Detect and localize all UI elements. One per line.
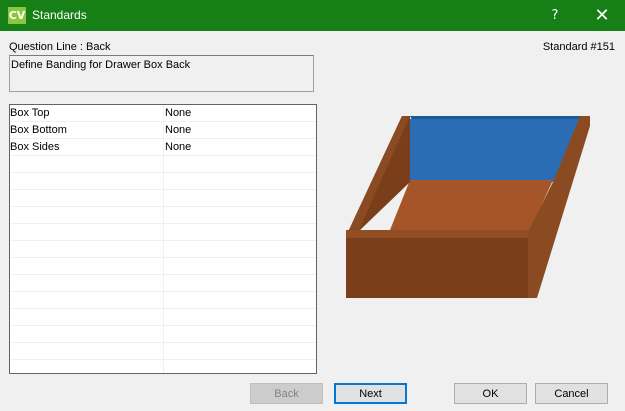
drawer-floor [390,180,553,230]
property-value-cell[interactable]: None [165,124,191,136]
property-value-cell[interactable]: None [165,141,191,153]
drawer-box-preview [340,108,590,311]
description-box: Define Banding for Drawer Box Back [9,55,314,92]
property-value-cell[interactable]: None [165,107,191,119]
property-name-cell: Box Sides [10,141,60,153]
back-button[interactable]: Back [250,383,323,404]
table-row[interactable] [10,258,316,275]
table-row[interactable] [10,309,316,326]
table-row[interactable] [10,173,316,190]
table-row[interactable]: Box Top None [10,105,316,122]
close-icon[interactable]: ✕ [579,0,625,31]
table-row[interactable]: Box Bottom None [10,122,316,139]
title-bar: CV Standards ? ✕ [0,0,625,31]
table-row[interactable] [10,292,316,309]
table-row[interactable] [10,156,316,173]
window-title: Standards [32,8,87,22]
drawer-back-panel [410,119,582,182]
drawer-box-illustration [346,116,590,298]
table-row[interactable] [10,241,316,258]
next-button[interactable]: Next [334,383,407,404]
standard-number-label: Standard #151 [542,41,615,53]
property-name-cell: Box Top [10,107,50,119]
question-line-label: Question Line : Back [9,41,111,53]
ok-button[interactable]: OK [454,383,527,404]
table-row[interactable] [10,224,316,241]
cancel-button[interactable]: Cancel [535,383,608,404]
properties-grid[interactable]: Box Top None Box Bottom None Box Sides None [9,104,317,374]
table-row[interactable] [10,190,316,207]
description-text: Define Banding for Drawer Box Back [11,59,191,71]
property-name-cell: Box Bottom [10,124,67,136]
table-row[interactable] [10,326,316,343]
app-logo-icon: CV [8,7,26,24]
table-row[interactable] [10,343,316,360]
standards-dialog: CV Standards ? ✕ Question Line : Back St… [0,0,625,411]
help-icon[interactable]: ? [532,0,578,31]
table-row[interactable] [10,207,316,224]
table-row[interactable]: Box Sides None [10,139,316,156]
table-row[interactable] [10,275,316,292]
table-row[interactable] [10,360,316,373]
drawer-front-panel [346,232,528,298]
